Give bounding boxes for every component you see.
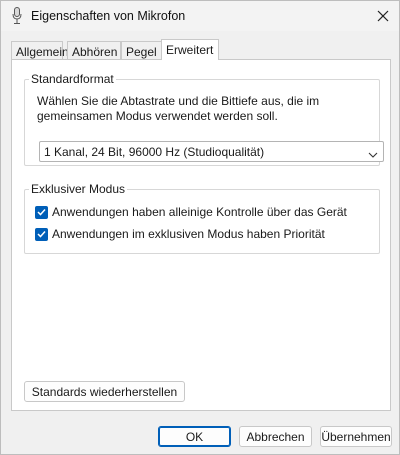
title-bar[interactable]: Eigenschaften von Mikrofon	[1, 1, 399, 31]
apply-button[interactable]: Übernehmen	[320, 426, 392, 447]
exklusiver-modus-legend: Exklusiver Modus	[31, 182, 126, 196]
format-select[interactable]: 1 Kanal, 24 Bit, 96000 Hz (Studioqualitä…	[39, 141, 384, 162]
ok-button[interactable]: OK	[158, 426, 231, 447]
exclusive-priority-label: Anwendungen im exklusiven Modus haben Pr…	[52, 227, 325, 241]
exclusive-control-label: Anwendungen haben alleinige Kontrolle üb…	[52, 205, 347, 219]
tab-panel-erweitert: Standardformat Wählen Sie die Abtastrate…	[11, 59, 391, 411]
tab-allgemein[interactable]: Allgemein	[11, 41, 69, 60]
close-icon[interactable]	[371, 4, 395, 28]
exclusive-control-option[interactable]: Anwendungen haben alleinige Kontrolle üb…	[35, 204, 347, 220]
chevron-down-icon	[368, 148, 378, 158]
exclusive-control-checkbox[interactable]	[35, 205, 48, 219]
exclusive-priority-option[interactable]: Anwendungen im exklusiven Modus haben Pr…	[35, 226, 325, 242]
window-title: Eigenschaften von Mikrofon	[31, 9, 186, 23]
tab-abhoeren[interactable]: Abhören	[67, 41, 121, 60]
tab-erweitert[interactable]: Erweitert	[161, 39, 219, 60]
format-select-value: 1 Kanal, 24 Bit, 96000 Hz (Studioqualitä…	[44, 145, 265, 159]
restore-defaults-button[interactable]: Standards wiederherstellen	[24, 381, 185, 402]
standardformat-description: Wählen Sie die Abtastrate und die Bittie…	[37, 94, 320, 123]
cancel-button[interactable]: Abbrechen	[239, 426, 312, 447]
exclusive-priority-checkbox[interactable]	[35, 227, 48, 241]
exklusiver-modus-group: Exklusiver Modus Anwendungen haben allei…	[24, 182, 380, 254]
standardformat-group: Standardformat Wählen Sie die Abtastrate…	[24, 72, 384, 166]
properties-dialog: Eigenschaften von Mikrofon Allgemein Abh…	[0, 0, 400, 455]
standardformat-legend: Standardformat	[31, 72, 114, 86]
microphone-icon	[12, 7, 22, 25]
